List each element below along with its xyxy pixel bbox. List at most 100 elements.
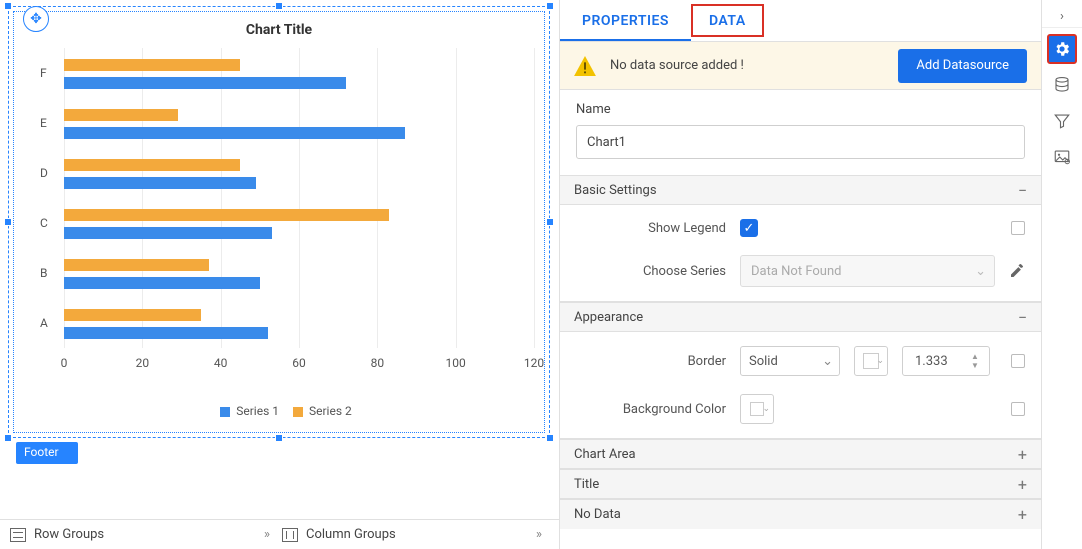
bar-series-2	[64, 59, 240, 71]
column-groups-label: Column Groups	[306, 527, 396, 542]
section-title-head[interactable]: Title +	[560, 469, 1041, 499]
rail-data-button[interactable]	[1047, 70, 1077, 100]
warning-icon	[574, 56, 596, 76]
properties-panel: PROPERTIES DATA No data source added ! A…	[560, 0, 1042, 549]
bar-series-1	[64, 327, 268, 339]
bar-series-2	[64, 159, 240, 171]
section-nodata-head[interactable]: No Data +	[560, 499, 1041, 529]
y-axis-category: A	[40, 316, 48, 330]
resize-handle-w[interactable]	[4, 218, 12, 226]
name-block: Name	[560, 90, 1041, 175]
bg-color-label: Background Color	[576, 402, 726, 417]
chart-title: Chart Title	[14, 12, 544, 44]
section-nodata-title: No Data	[574, 507, 621, 522]
rail-collapse-button[interactable]: ›	[1042, 6, 1082, 28]
rail-image-button[interactable]	[1047, 142, 1077, 172]
resize-handle-se[interactable]	[546, 434, 554, 442]
expand-icon: +	[1018, 505, 1027, 524]
alert-message: No data source added !	[610, 58, 884, 73]
y-axis-category: D	[40, 166, 48, 180]
canvas[interactable]: ✥ Chart Title 020406080100120ABCDEF Seri…	[0, 0, 559, 519]
bar-series-2	[64, 109, 178, 121]
section-appearance-title: Appearance	[574, 310, 643, 325]
rail-properties-button[interactable]	[1047, 34, 1077, 64]
resize-handle-s[interactable]	[275, 434, 283, 442]
chevron-icon: »	[536, 527, 542, 542]
show-legend-checkbox[interactable]: ✓	[740, 219, 758, 237]
name-label: Name	[576, 102, 1025, 117]
border-label: Border	[576, 354, 726, 369]
bar-series-1	[64, 277, 260, 289]
expand-icon: +	[1018, 475, 1027, 494]
edit-icon[interactable]	[1009, 263, 1025, 279]
choose-series-select[interactable]: Data Not Found ⌄	[740, 255, 995, 287]
resize-handle-n[interactable]	[275, 2, 283, 10]
advanced-toggle[interactable]	[1011, 221, 1025, 235]
x-axis-tick: 60	[292, 356, 306, 370]
tab-properties[interactable]: PROPERTIES	[560, 0, 691, 41]
chevron-icon: »	[264, 527, 270, 542]
collapse-icon: −	[1018, 308, 1027, 327]
resize-handle-ne[interactable]	[546, 2, 554, 10]
border-width-value: 1.333	[915, 354, 948, 369]
groups-bar: Row Groups » Column Groups »	[0, 519, 559, 549]
border-width-input[interactable]: 1.333 ▲▼	[902, 346, 990, 376]
section-basic: Basic Settings − Show Legend ✓ Choose Se…	[560, 175, 1041, 302]
section-appearance: Appearance − Border Solid ⌄ ⌄ 1.333 ▲▼ B…	[560, 302, 1041, 439]
tabs: PROPERTIES DATA	[560, 0, 1041, 42]
row-groups-label: Row Groups	[34, 527, 104, 542]
section-appearance-head[interactable]: Appearance −	[560, 302, 1041, 332]
resize-handle-nw[interactable]	[4, 2, 12, 10]
rows-icon	[10, 528, 26, 542]
bg-color-row: Background Color ⌄	[576, 394, 1025, 424]
border-row: Border Solid ⌄ ⌄ 1.333 ▲▼	[576, 346, 1025, 376]
section-chart-area-head[interactable]: Chart Area +	[560, 439, 1041, 469]
column-groups[interactable]: Column Groups »	[282, 527, 542, 542]
section-basic-head[interactable]: Basic Settings −	[560, 175, 1041, 205]
legend-label: Series 1	[236, 404, 279, 418]
rail-filter-button[interactable]	[1047, 106, 1077, 136]
section-chart-area-title: Chart Area	[574, 447, 636, 462]
x-axis-tick: 100	[446, 356, 466, 370]
advanced-toggle[interactable]	[1011, 354, 1025, 368]
datasource-alert: No data source added ! Add Datasource	[560, 42, 1041, 90]
show-legend-row: Show Legend ✓	[576, 219, 1025, 237]
x-axis-tick: 40	[214, 356, 228, 370]
row-groups[interactable]: Row Groups »	[10, 527, 270, 542]
x-axis-tick: 20	[136, 356, 150, 370]
expand-icon: +	[1018, 445, 1027, 464]
bg-color-picker[interactable]: ⌄	[740, 394, 774, 424]
x-axis-tick: 80	[371, 356, 385, 370]
y-axis-category: C	[40, 216, 48, 230]
footer-region[interactable]: Footer	[16, 442, 78, 464]
border-style-select[interactable]: Solid ⌄	[740, 346, 840, 376]
move-handle-icon[interactable]: ✥	[23, 6, 49, 32]
choose-series-row: Choose Series Data Not Found ⌄	[576, 255, 1025, 287]
chart-legend: Series 1Series 2	[14, 404, 544, 418]
collapse-icon: −	[1018, 181, 1027, 200]
bar-series-2	[64, 209, 389, 221]
chevron-down-icon: ⌄	[762, 404, 770, 414]
design-area: ✥ Chart Title 020406080100120ABCDEF Seri…	[0, 0, 560, 549]
tab-data[interactable]: DATA	[691, 4, 764, 37]
columns-icon	[282, 528, 298, 542]
chart-selection[interactable]: ✥ Chart Title 020406080100120ABCDEF Seri…	[8, 6, 550, 438]
choose-series-label: Choose Series	[576, 264, 726, 279]
border-color-picker[interactable]: ⌄	[854, 346, 888, 376]
section-basic-title: Basic Settings	[574, 183, 657, 198]
show-legend-label: Show Legend	[576, 221, 726, 236]
chart-inner: Chart Title 020406080100120ABCDEF Series…	[13, 11, 545, 433]
resize-handle-e[interactable]	[546, 218, 554, 226]
spin-down-icon[interactable]: ▼	[971, 361, 985, 370]
bar-series-1	[64, 77, 346, 89]
name-input[interactable]	[576, 125, 1025, 159]
y-axis-category: E	[40, 116, 47, 130]
bar-series-1	[64, 127, 405, 139]
resize-handle-sw[interactable]	[4, 434, 12, 442]
advanced-toggle[interactable]	[1011, 402, 1025, 416]
add-datasource-button[interactable]: Add Datasource	[898, 49, 1027, 83]
spin-up-icon[interactable]: ▲	[971, 352, 985, 361]
y-axis-category: F	[40, 66, 47, 80]
legend-swatch	[220, 407, 230, 417]
legend-swatch	[293, 407, 303, 417]
